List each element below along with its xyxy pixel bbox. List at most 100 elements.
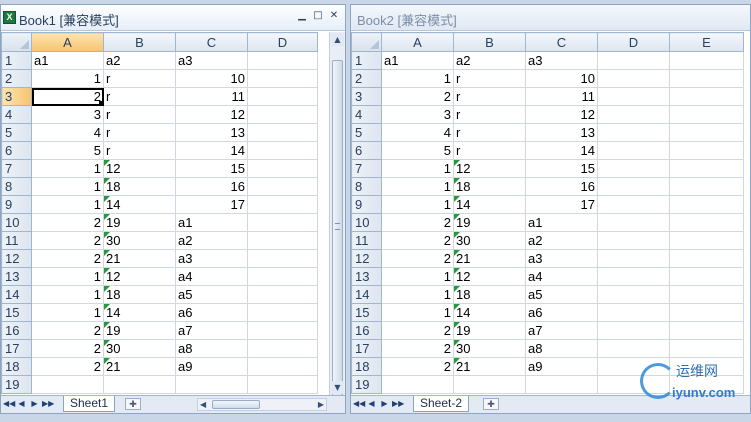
select-all-corner[interactable] xyxy=(1,32,32,52)
cell-a10[interactable]: 2 xyxy=(31,213,104,232)
first-sheet-icon[interactable]: ◀◀ xyxy=(353,398,365,410)
row-header[interactable]: 4 xyxy=(1,105,32,124)
cell-d16[interactable] xyxy=(247,321,318,340)
cell-a2[interactable]: 1 xyxy=(31,69,104,88)
cell-b16[interactable]: 19 xyxy=(103,321,176,340)
cell-c5[interactable]: 13 xyxy=(525,123,598,142)
cell-b15[interactable]: 14 xyxy=(453,303,526,322)
row-header[interactable]: 12 xyxy=(1,249,32,268)
cell-b19[interactable] xyxy=(453,375,526,394)
cell-c11[interactable]: a2 xyxy=(175,231,248,250)
cell-d9[interactable] xyxy=(247,195,318,214)
cell-c13[interactable]: a4 xyxy=(525,267,598,286)
row-header[interactable]: 19 xyxy=(351,375,382,394)
cell-a12[interactable]: 2 xyxy=(381,249,454,268)
cell-d1[interactable] xyxy=(247,51,318,70)
column-header-a[interactable]: A xyxy=(31,32,104,52)
cell-b8[interactable]: 18 xyxy=(103,177,176,196)
cell-c8[interactable]: 16 xyxy=(525,177,598,196)
cell-e8[interactable] xyxy=(669,177,744,196)
first-sheet-icon[interactable]: ◀◀ xyxy=(3,398,15,410)
row-header[interactable]: 8 xyxy=(351,177,382,196)
cell-c2[interactable]: 10 xyxy=(525,69,598,88)
column-header-d[interactable]: D xyxy=(597,32,670,52)
cell-d8[interactable] xyxy=(247,177,318,196)
cell-a17[interactable]: 2 xyxy=(31,339,104,358)
row-header[interactable]: 10 xyxy=(351,213,382,232)
last-sheet-icon[interactable]: ▶▶ xyxy=(392,398,404,410)
cell-a6[interactable]: 5 xyxy=(31,141,104,160)
cell-c10[interactable]: a1 xyxy=(175,213,248,232)
cell-a14[interactable]: 1 xyxy=(31,285,104,304)
cell-b4[interactable]: r xyxy=(103,105,176,124)
prev-sheet-icon[interactable]: ◀ xyxy=(16,398,27,410)
cell-a16[interactable]: 2 xyxy=(381,321,454,340)
row-header[interactable]: 18 xyxy=(351,357,382,376)
row-header[interactable]: 16 xyxy=(1,321,32,340)
cell-b6[interactable]: r xyxy=(453,141,526,160)
book1-titlebar[interactable]: X Book1 [兼容模式] ▁ □ ✕ xyxy=(1,5,345,31)
cell-b19[interactable] xyxy=(103,375,176,394)
cell-b9[interactable]: 14 xyxy=(103,195,176,214)
cell-a1[interactable]: a1 xyxy=(31,51,104,70)
cell-b5[interactable]: r xyxy=(453,123,526,142)
cell-b14[interactable]: 18 xyxy=(453,285,526,304)
cell-b13[interactable]: 12 xyxy=(453,267,526,286)
cell-a4[interactable]: 3 xyxy=(31,105,104,124)
cell-d12[interactable] xyxy=(597,249,670,268)
cell-e5[interactable] xyxy=(669,123,744,142)
cell-d6[interactable] xyxy=(247,141,318,160)
cell-c9[interactable]: 17 xyxy=(525,195,598,214)
cell-b2[interactable]: r xyxy=(103,69,176,88)
cell-a11[interactable]: 2 xyxy=(31,231,104,250)
row-header[interactable]: 11 xyxy=(351,231,382,250)
cell-a5[interactable]: 4 xyxy=(381,123,454,142)
cell-b8[interactable]: 18 xyxy=(453,177,526,196)
cell-c9[interactable]: 17 xyxy=(175,195,248,214)
cell-e12[interactable] xyxy=(669,249,744,268)
column-header-e[interactable]: E xyxy=(669,32,744,52)
cell-c8[interactable]: 16 xyxy=(175,177,248,196)
cell-d5[interactable] xyxy=(247,123,318,142)
cell-d13[interactable] xyxy=(247,267,318,286)
cell-a9[interactable]: 1 xyxy=(381,195,454,214)
cell-c1[interactable]: a3 xyxy=(175,51,248,70)
cell-b13[interactable]: 12 xyxy=(103,267,176,286)
insert-sheet-icon[interactable]: ✚ xyxy=(483,398,499,410)
cell-d6[interactable] xyxy=(597,141,670,160)
cell-d14[interactable] xyxy=(247,285,318,304)
cell-d11[interactable] xyxy=(597,231,670,250)
row-header[interactable]: 14 xyxy=(1,285,32,304)
cell-b18[interactable]: 21 xyxy=(453,357,526,376)
cell-e11[interactable] xyxy=(669,231,744,250)
cell-e10[interactable] xyxy=(669,213,744,232)
row-header[interactable]: 5 xyxy=(1,123,32,142)
cell-a15[interactable]: 1 xyxy=(31,303,104,322)
cell-c17[interactable]: a8 xyxy=(175,339,248,358)
cell-d1[interactable] xyxy=(597,51,670,70)
cell-a19[interactable] xyxy=(31,375,104,394)
cell-b3[interactable]: r xyxy=(453,87,526,106)
cell-c16[interactable]: a7 xyxy=(175,321,248,340)
cell-b2[interactable]: r xyxy=(453,69,526,88)
cell-b10[interactable]: 19 xyxy=(453,213,526,232)
cell-e9[interactable] xyxy=(669,195,744,214)
cell-b7[interactable]: 12 xyxy=(453,159,526,178)
cell-c12[interactable]: a3 xyxy=(175,249,248,268)
last-sheet-icon[interactable]: ▶▶ xyxy=(42,398,54,410)
row-header[interactable]: 7 xyxy=(351,159,382,178)
cell-b16[interactable]: 19 xyxy=(453,321,526,340)
cell-b14[interactable]: 18 xyxy=(103,285,176,304)
column-header-c[interactable]: C xyxy=(175,32,248,52)
cell-e2[interactable] xyxy=(669,69,744,88)
cell-b6[interactable]: r xyxy=(103,141,176,160)
book1-grid[interactable]: A B C D 1 a1 a2 a3 2 1 r 10 3 2 r 11 4 3 r 12 5 4 r 13 6 5 r 14 7 1 12… xyxy=(1,32,329,395)
row-header[interactable]: 1 xyxy=(1,51,32,70)
cell-d17[interactable] xyxy=(247,339,318,358)
cell-d19[interactable] xyxy=(247,375,318,394)
row-header[interactable]: 1 xyxy=(351,51,382,70)
cell-d15[interactable] xyxy=(247,303,318,322)
cell-d15[interactable] xyxy=(597,303,670,322)
cell-a19[interactable] xyxy=(381,375,454,394)
row-header[interactable]: 18 xyxy=(1,357,32,376)
